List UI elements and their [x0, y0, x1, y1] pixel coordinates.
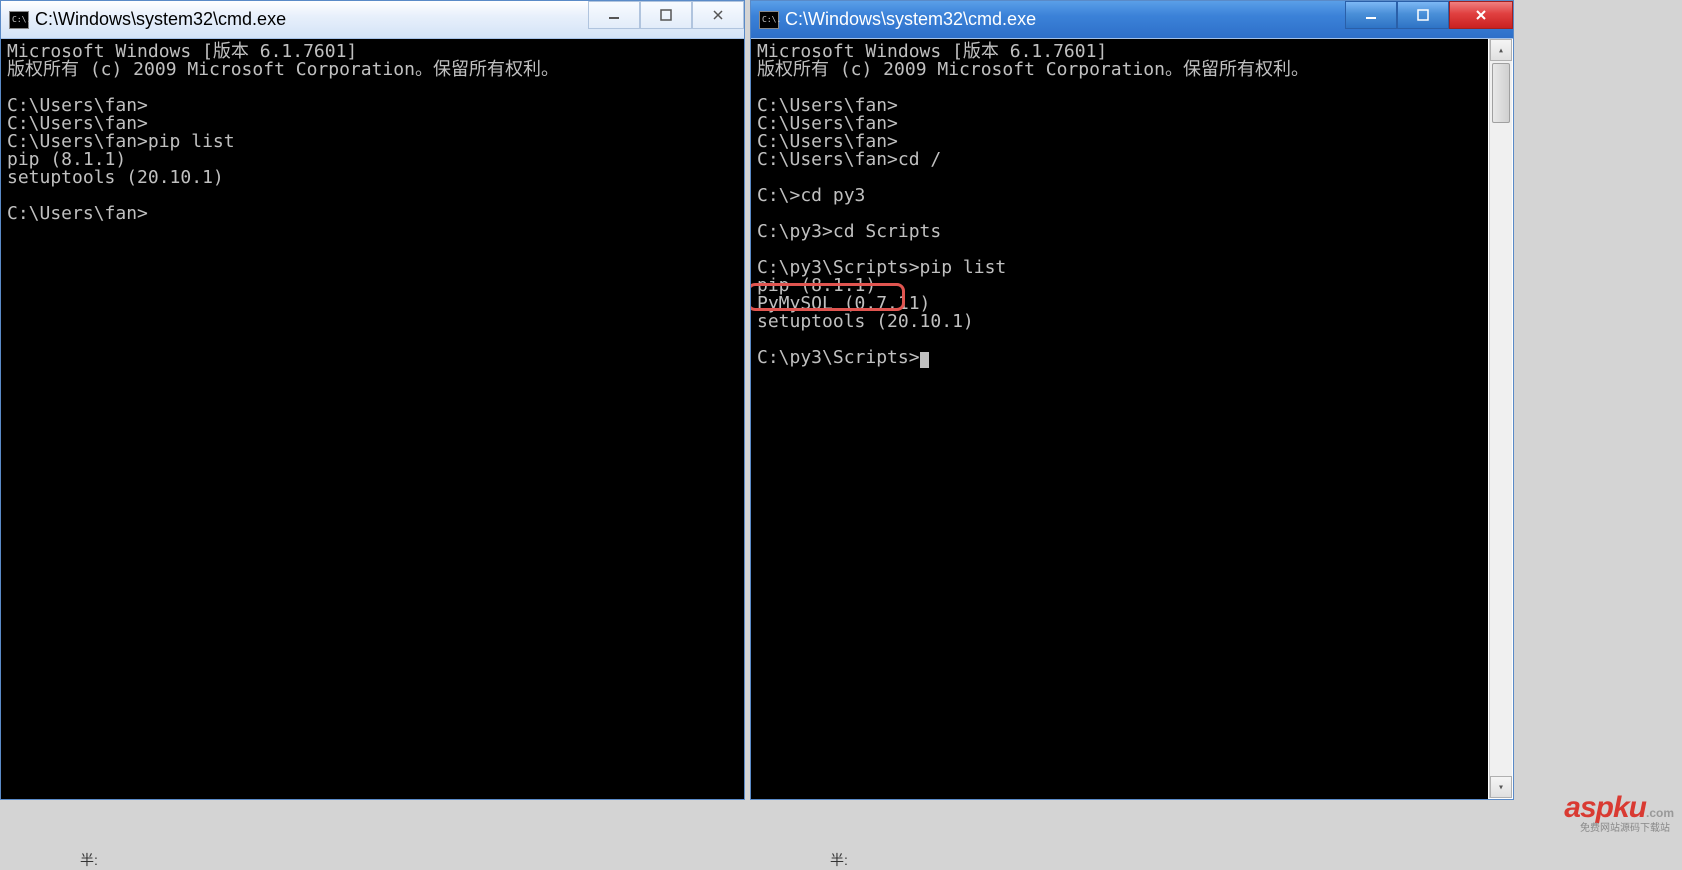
console-line: setuptools (20.10.1) [7, 169, 738, 187]
console-line: C:\>cd py3 [757, 187, 1482, 205]
minimize-button[interactable] [588, 1, 640, 29]
close-button[interactable] [692, 1, 744, 29]
watermark-subtitle: 免费网站源码下载站 [1580, 819, 1670, 834]
console-line [757, 169, 1482, 187]
maximize-button[interactable] [1397, 1, 1449, 29]
cmd-window-right: C:\. C:\Windows\system32\cmd.exe Microso… [750, 0, 1514, 800]
window-controls-right [1345, 1, 1513, 38]
console-line: C:\py3\Scripts> [757, 349, 1482, 368]
window-title: C:\Windows\system32\cmd.exe [785, 9, 1345, 30]
window-controls-left [588, 1, 744, 38]
maximize-button[interactable] [640, 1, 692, 29]
console-output-left[interactable]: Microsoft Windows [版本 6.1.7601]版权所有 (c) … [1, 39, 744, 799]
cmd-icon: C:\. [759, 11, 779, 29]
status-text-left: 半: [80, 845, 180, 870]
status-text-right: 半: [830, 845, 930, 870]
console-line: 版权所有 (c) 2009 Microsoft Corporation。保留所有… [7, 61, 738, 79]
cmd-window-left: C:\. C:\Windows\system32\cmd.exe Microso… [0, 0, 745, 800]
titlebar-right[interactable]: C:\. C:\Windows\system32\cmd.exe [751, 1, 1513, 39]
console-line: C:\Users\fan> [7, 205, 738, 223]
scroll-up-button[interactable]: ▴ [1490, 39, 1512, 61]
console-line: 版权所有 (c) 2009 Microsoft Corporation。保留所有… [757, 61, 1482, 79]
console-line: C:\Users\fan>cd / [757, 151, 1482, 169]
console-line: setuptools (20.10.1) [757, 313, 1482, 331]
console-output-right[interactable]: Microsoft Windows [版本 6.1.7601]版权所有 (c) … [751, 39, 1488, 799]
scroll-thumb[interactable] [1492, 63, 1510, 123]
minimize-button[interactable] [1345, 1, 1397, 29]
cmd-icon: C:\. [9, 11, 29, 29]
vertical-scrollbar[interactable]: ▴ ▾ [1489, 39, 1512, 798]
scroll-down-button[interactable]: ▾ [1490, 776, 1512, 798]
close-button[interactable] [1449, 1, 1513, 29]
cursor [920, 352, 929, 368]
titlebar-left[interactable]: C:\. C:\Windows\system32\cmd.exe [1, 1, 744, 39]
console-line: C:\py3>cd Scripts [757, 223, 1482, 241]
window-title: C:\Windows\system32\cmd.exe [35, 9, 588, 30]
